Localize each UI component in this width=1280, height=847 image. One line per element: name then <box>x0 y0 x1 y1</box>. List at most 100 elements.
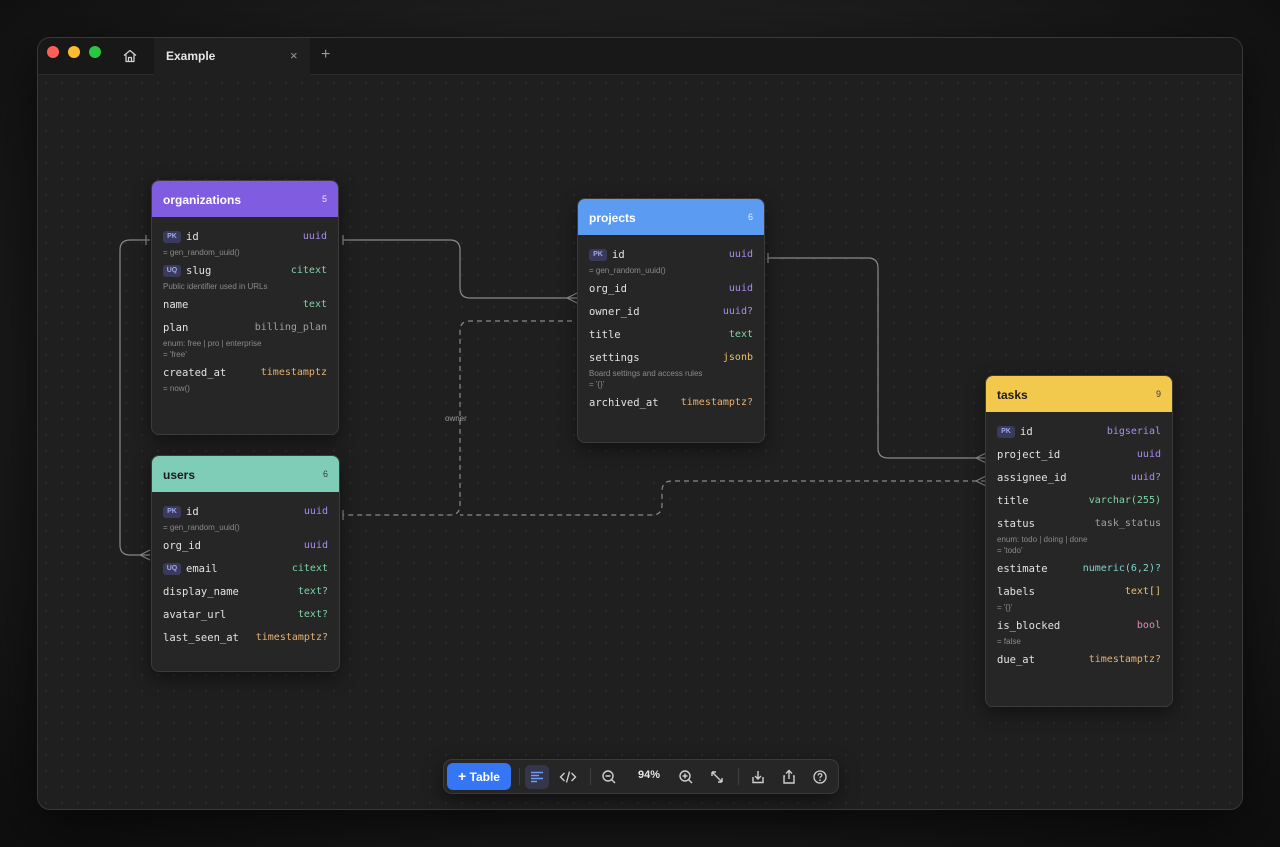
column-name: owner_id <box>589 306 640 318</box>
column-name: title <box>997 495 1029 507</box>
column-name: email <box>186 563 218 575</box>
import-button[interactable] <box>746 765 770 789</box>
column-default: = '{}' <box>589 380 605 389</box>
column-type: text <box>302 299 327 310</box>
edge-label-owner: owner <box>445 414 467 423</box>
column-row[interactable]: title text <box>589 328 753 344</box>
column-type: uuid <box>1136 449 1161 460</box>
column-row[interactable]: is_blocked bool <box>997 619 1161 635</box>
column-row[interactable]: display_name text? <box>163 585 328 601</box>
column-row[interactable]: UQ email citext <box>163 562 328 578</box>
column-row[interactable]: PK id uuid <box>163 230 327 246</box>
column-row[interactable]: owner_id uuid? <box>589 305 753 321</box>
zoom-level: 94% <box>637 769 661 781</box>
column-note: = gen_random_uuid() <box>589 266 666 275</box>
column-type: text? <box>297 609 328 620</box>
column-count: 6 <box>322 469 328 479</box>
table-organizations[interactable]: organizations 5 PK id uuid = gen_random_uuid(… <box>151 180 339 435</box>
column-row[interactable]: estimate numeric(6,2)? <box>997 562 1161 578</box>
zoom-out-button[interactable] <box>597 765 621 789</box>
new-tab-button[interactable]: + <box>321 46 330 64</box>
tab-close-icon[interactable]: × <box>290 48 298 63</box>
plus-icon: + <box>458 768 467 784</box>
table-header[interactable]: organizations 5 <box>152 181 338 217</box>
column-name: archived_at <box>589 397 659 409</box>
table-tasks[interactable]: tasks 9 PK id bigserial project_id uuid assigne… <box>985 375 1173 707</box>
column-row[interactable]: due_at timestamptz? <box>997 653 1161 669</box>
help-icon <box>813 770 827 784</box>
column-row[interactable]: title varchar(255) <box>997 494 1161 510</box>
column-name: created_at <box>163 367 227 379</box>
column-type: uuid <box>303 506 328 517</box>
column-name: id <box>1020 426 1033 438</box>
add-table-button[interactable]: + Table <box>447 763 511 790</box>
column-row[interactable]: project_id uuid <box>997 448 1161 464</box>
column-count: 9 <box>1155 389 1161 399</box>
column-row[interactable]: assignee_id uuid? <box>997 471 1161 487</box>
column-type: timestamptz? <box>680 397 753 408</box>
table-projects[interactable]: projects 6 PK id uuid = gen_random_uuid() org_… <box>577 198 765 443</box>
column-type: task_status <box>1094 518 1161 529</box>
column-name: project_id <box>997 449 1061 461</box>
column-name: display_name <box>163 586 239 598</box>
column-row[interactable]: PK id uuid <box>163 505 328 521</box>
toolbar-divider <box>738 768 739 785</box>
column-type: numeric(6,2)? <box>1082 563 1161 574</box>
column-name: slug <box>186 265 212 277</box>
table-header[interactable]: users 6 <box>152 456 339 492</box>
primary-key-badge: PK <box>163 506 181 518</box>
column-row[interactable]: UQ slug citext <box>163 264 327 280</box>
primary-key-badge: PK <box>589 249 607 261</box>
column-note: enum: todo | doing | done <box>997 535 1088 544</box>
column-type: citext <box>291 563 328 574</box>
column-row[interactable]: PK id uuid <box>589 248 753 264</box>
column-name: assignee_id <box>997 472 1067 484</box>
column-name: title <box>589 329 621 341</box>
home-icon[interactable] <box>122 48 138 64</box>
column-row[interactable]: settings jsonb <box>589 351 753 367</box>
fit-view-button[interactable] <box>705 765 729 789</box>
code-icon <box>559 771 577 783</box>
column-name: labels <box>997 586 1035 598</box>
column-row[interactable]: name text <box>163 298 327 314</box>
column-type: uuid <box>728 249 753 260</box>
column-row[interactable]: labels text[] <box>997 585 1161 601</box>
close-window-button[interactable] <box>47 46 59 58</box>
column-type: timestamptz? <box>255 632 328 643</box>
list-view-icon <box>531 771 543 783</box>
minimize-window-button[interactable] <box>68 46 80 58</box>
column-row[interactable]: last_seen_at timestamptz? <box>163 631 328 647</box>
column-type: bigserial <box>1106 426 1161 437</box>
column-name: estimate <box>997 563 1048 575</box>
zoom-out-icon <box>602 770 616 784</box>
column-type: text? <box>297 586 328 597</box>
diagram-view-button[interactable] <box>525 765 549 789</box>
column-row[interactable]: org_id uuid <box>589 282 753 298</box>
column-default: = 'todo' <box>997 546 1023 555</box>
table-header[interactable]: tasks 9 <box>986 376 1172 412</box>
column-name: due_at <box>997 654 1035 666</box>
table-header[interactable]: projects 6 <box>578 199 764 235</box>
share-button[interactable] <box>777 765 801 789</box>
column-row[interactable]: plan billing_plan <box>163 321 327 337</box>
tab-example[interactable]: Example × <box>154 38 310 75</box>
help-button[interactable] <box>808 765 832 789</box>
code-view-button[interactable] <box>556 765 580 789</box>
column-row[interactable]: created_at timestamptz <box>163 366 327 382</box>
column-row[interactable]: avatar_url text? <box>163 608 328 624</box>
zoom-in-icon <box>679 770 693 784</box>
maximize-window-button[interactable] <box>89 46 101 58</box>
column-note: = false <box>997 637 1021 646</box>
column-name: last_seen_at <box>163 632 239 644</box>
column-type: uuid <box>303 540 328 551</box>
column-name: status <box>997 518 1035 530</box>
column-note: = gen_random_uuid() <box>163 248 240 257</box>
zoom-in-button[interactable] <box>674 765 698 789</box>
column-row[interactable]: org_id uuid <box>163 539 328 555</box>
table-name: organizations <box>163 193 242 207</box>
column-type: bool <box>1136 620 1161 631</box>
column-row[interactable]: archived_at timestamptz? <box>589 396 753 412</box>
table-users[interactable]: users 6 PK id uuid = gen_random_uuid() org_id u… <box>151 455 340 672</box>
column-row[interactable]: PK id bigserial <box>997 425 1161 441</box>
column-row[interactable]: status task_status <box>997 517 1161 533</box>
